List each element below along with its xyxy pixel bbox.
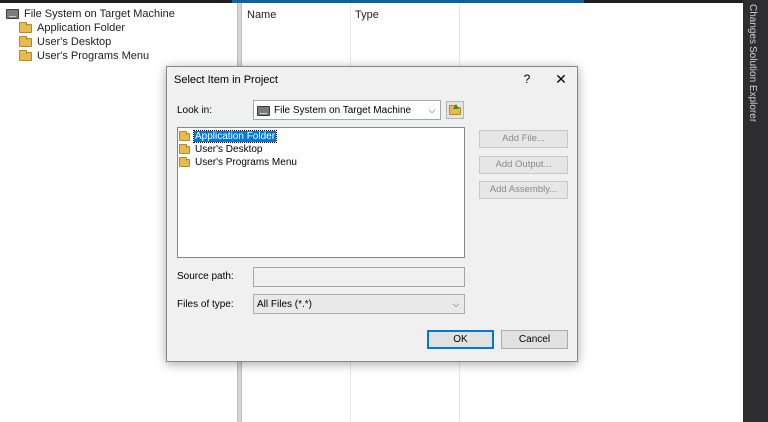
column-header-name[interactable]: Name [242,3,350,27]
folder-icon [179,131,192,142]
files-of-type-label: Files of type: [177,299,234,310]
tree-item-root[interactable]: File System on Target Machine [6,7,175,21]
up-arrow-icon [453,104,459,109]
tree-item-label: User's Desktop [37,36,112,48]
list-item-label: User's Desktop [195,144,263,155]
folder-icon [19,22,33,34]
add-output-button[interactable]: Add Output... [479,156,568,174]
folder-icon [19,50,33,62]
source-path-field[interactable] [253,267,465,287]
up-folder-button[interactable] [446,101,464,119]
column-header-label: Name [247,9,277,21]
column-header-label: Type [355,9,379,21]
files-of-type-value: All Files (*.*) [257,298,313,310]
drive-icon [6,8,20,20]
chevron-down-icon: ⌵ [428,104,436,115]
list-item-application-folder[interactable]: Application Folder [179,130,278,143]
tree-item-users-programs-menu[interactable]: User's Programs Menu [19,49,149,63]
list-item-users-desktop[interactable]: User's Desktop [179,143,264,156]
tree-item-label: File System on Target Machine [24,8,175,20]
tool-window-strip: Changes Solution Explorer [743,0,768,422]
folder-icon [19,36,33,48]
look-in-label: Look in: [177,105,213,116]
item-listbox[interactable]: Application Folder User's Desktop User's… [177,127,465,258]
tab-solution-explorer[interactable]: Solution Explorer [747,46,758,122]
close-button[interactable]: ✕ [552,70,570,88]
folder-icon [179,144,192,155]
files-of-type-dropdown[interactable]: All Files (*.*) ⌵ [253,294,465,314]
add-assembly-button[interactable]: Add Assembly... [479,181,568,199]
ok-button[interactable]: OK [427,330,494,349]
tree-item-users-desktop[interactable]: User's Desktop [19,35,111,49]
select-item-dialog: Select Item in Project ? ✕ Look in: File… [166,66,578,362]
look-in-value: File System on Target Machine [274,104,412,116]
dialog-title: Select Item in Project [174,74,278,86]
help-button[interactable]: ? [519,70,535,88]
list-item-label: User's Programs Menu [195,157,297,168]
chevron-down-icon: ⌵ [452,298,460,309]
tab-changes[interactable]: Changes [747,4,758,44]
drive-icon [257,105,270,116]
column-header-type[interactable]: Type [350,3,458,27]
tree-item-application-folder[interactable]: Application Folder [19,21,125,35]
folder-icon [179,157,192,168]
tree-item-label: Application Folder [37,22,126,34]
source-path-label: Source path: [177,271,234,282]
add-file-button[interactable]: Add File... [479,130,568,148]
tree-item-label: User's Programs Menu [37,50,150,62]
look-in-dropdown[interactable]: File System on Target Machine ⌵ [253,100,441,120]
list-item-users-programs-menu[interactable]: User's Programs Menu [179,156,298,169]
cancel-button[interactable]: Cancel [501,330,568,349]
list-item-label: Application Folder [192,130,278,143]
